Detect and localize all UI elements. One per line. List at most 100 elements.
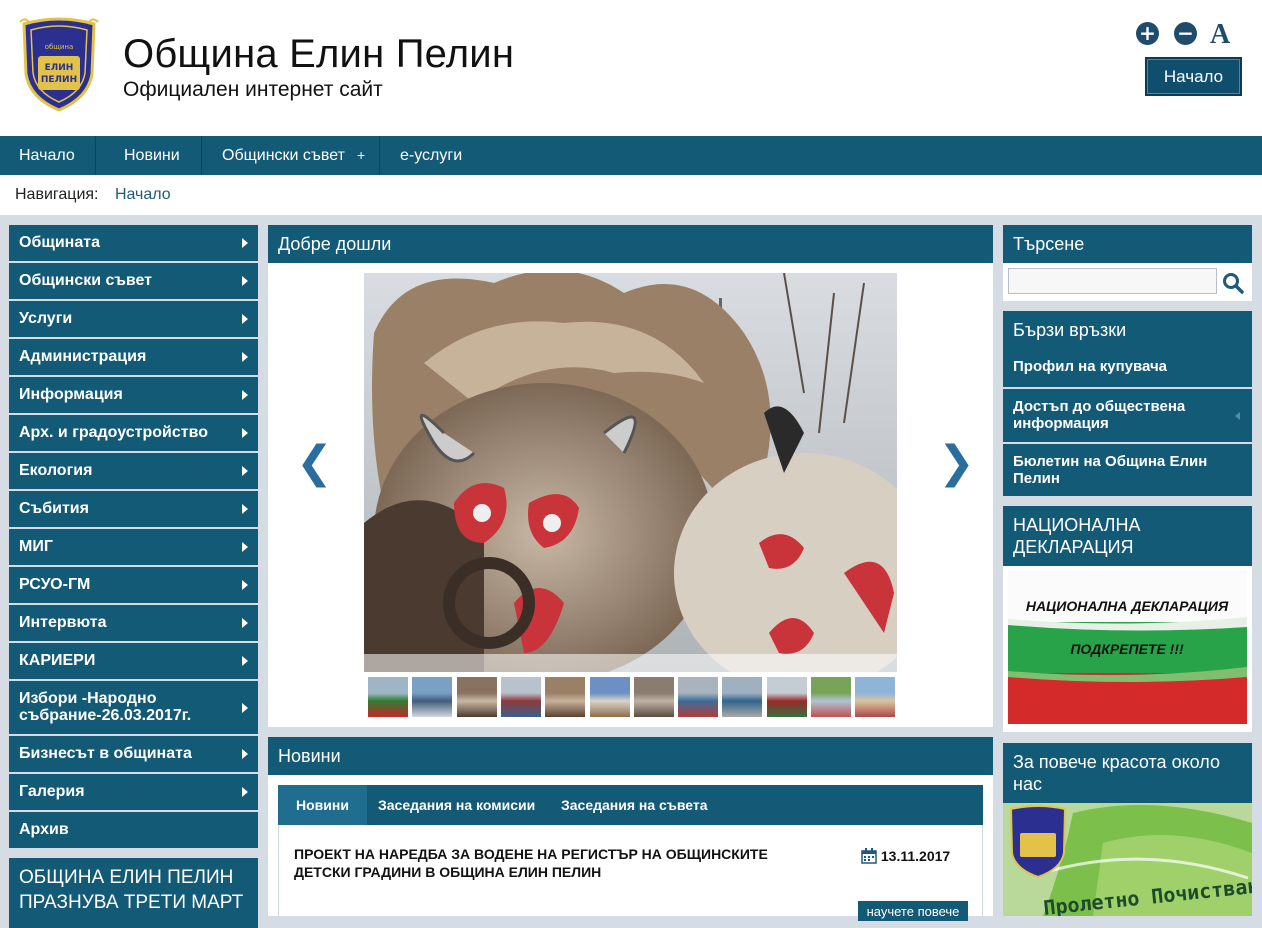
slider-thumbnail[interactable] [589, 677, 630, 717]
caret-right-icon [242, 276, 248, 286]
font-decrease-icon[interactable]: − [1174, 22, 1197, 45]
sidebar-item-label: Интервюта [19, 614, 107, 631]
declaration-banner[interactable]: НАЦИОНАЛНА ДЕКЛАРАЦИЯ ПОДКРЕПЕТЕ !!! [1008, 571, 1247, 724]
slider-thumbnail[interactable] [678, 677, 719, 717]
featured-news-title[interactable]: ОБЩИНА ЕЛИН ПЕЛИН ПРАЗНУВА ТРЕТИ МАРТ [9, 858, 258, 928]
caret-right-icon [242, 428, 248, 438]
sidebar-item[interactable]: РСУО-ГМ [9, 567, 258, 605]
quick-link-buyer-profile[interactable]: Профил на купувача [1003, 349, 1252, 387]
caret-right-icon [242, 352, 248, 362]
tab-council-meetings[interactable]: Заседания на съвета [561, 785, 708, 825]
logo-text-line1: община [45, 43, 74, 51]
slider-thumbnail[interactable] [500, 677, 541, 717]
font-size-controls: + − A [1136, 19, 1246, 51]
sidebar-item-label: Бизнесът в общината [19, 745, 192, 762]
quick-link-public-info[interactable]: Достъп до обществена информация [1003, 387, 1252, 442]
sidebar-item-label: Галерия [19, 783, 85, 800]
search-input[interactable] [1008, 268, 1217, 294]
slider-thumbnail[interactable] [456, 677, 497, 717]
tab-committee-meetings[interactable]: Заседания на комисии [378, 785, 535, 825]
news-date-text: 13.11.2017 [880, 848, 951, 864]
quick-link-label: Достъп до обществена информация [1013, 398, 1186, 432]
slider-image [364, 273, 897, 672]
sidebar-item[interactable]: КАРИЕРИ [9, 643, 258, 681]
site-header: община ЕЛИН ПЕЛИН Община Елин Пелин Офиц… [0, 0, 1262, 136]
font-reset-icon[interactable]: A [1210, 19, 1230, 51]
sidebar-item[interactable]: Информация [9, 377, 258, 415]
sidebar-item-label: Избори -Народно събрание-26.03.2017г. [19, 690, 192, 724]
nav-item-council[interactable]: Общински съвет [222, 136, 345, 175]
slider-next-icon[interactable]: ❯ [938, 441, 975, 485]
quick-link-bulletin[interactable]: Бюлетин на Община Елин Пелин [1003, 442, 1252, 496]
caret-right-icon [242, 466, 248, 476]
news-list: ПРОЕКТ НА НАРЕДБА ЗА ВОДЕНЕ НА РЕГИСТЪР … [278, 825, 983, 921]
search-heading: Търсене [1003, 225, 1252, 263]
caret-right-icon [242, 656, 248, 666]
declaration-panel: НАЦИОНАЛНА ДЕКЛАРАЦИЯ ПОДКРЕПЕТЕ !!! [1003, 566, 1252, 732]
sidebar-item[interactable]: Интервюта [9, 605, 258, 643]
declaration-banner-line2: ПОДКРЕПЕТЕ !!! [1070, 641, 1184, 657]
sidebar-item[interactable]: Услуги [9, 301, 258, 339]
sidebar-item[interactable]: МИГ [9, 529, 258, 567]
sidebar-item[interactable]: Събития [9, 491, 258, 529]
slider-prev-icon[interactable]: ❮ [296, 441, 333, 485]
sidebar-item[interactable]: Екология [9, 453, 258, 491]
sidebar-item[interactable]: Архив [9, 812, 258, 850]
news-item-date: 13.11.2017 [861, 848, 950, 864]
caret-right-icon [242, 314, 248, 324]
municipality-logo[interactable]: община ЕЛИН ПЕЛИН [18, 16, 100, 112]
sidebar-item-label: Арх. и градоустройство [19, 424, 208, 441]
news-item-title[interactable]: ПРОЕКТ НА НАРЕДБА ЗА ВОДЕНЕ НА РЕГИСТЪР … [294, 845, 814, 881]
caret-right-icon [242, 749, 248, 759]
nav-item-news[interactable]: Новини [124, 136, 180, 175]
caret-right-icon [242, 390, 248, 400]
slider-thumbnail[interactable] [545, 677, 586, 717]
slider-thumbnail[interactable] [722, 677, 763, 717]
sidebar-item[interactable]: Арх. и градоустройство [9, 415, 258, 453]
font-increase-icon[interactable]: + [1136, 22, 1159, 45]
caret-right-icon [242, 504, 248, 514]
sidebar-item[interactable]: Общински съвет [9, 263, 258, 301]
sidebar-item-label: РСУО-ГМ [19, 576, 91, 593]
beauty-heading: За повече красота около нас [1003, 743, 1252, 803]
news-panel: Новини Заседания на комисии Заседания на… [268, 775, 993, 921]
sidebar-item-label: Услуги [19, 310, 73, 327]
nav-item-eservices[interactable]: е-услуги [400, 136, 462, 175]
caret-right-icon [242, 238, 248, 248]
slider-thumbnail[interactable] [412, 677, 453, 717]
search-box [1003, 263, 1252, 301]
slider-thumbnail[interactable] [368, 677, 408, 717]
caret-right-icon [242, 618, 248, 628]
news-tabs: Новини Заседания на комисии Заседания на… [278, 785, 983, 825]
logo-text-line3: ПЕЛИН [41, 75, 77, 85]
nav-expand-icon[interactable]: + [357, 136, 365, 175]
slider-thumbnail[interactable] [855, 677, 896, 717]
caret-right-icon [242, 702, 248, 713]
sidebar-item-label: Информация [19, 386, 123, 403]
sidebar-item[interactable]: Администрация [9, 339, 258, 377]
quick-links-heading: Бързи връзки [1003, 311, 1252, 349]
sidebar-item-label: Екология [19, 462, 93, 479]
slider-thumbnail[interactable] [766, 677, 807, 717]
sidebar-item[interactable]: Галерия [9, 774, 258, 812]
quick-link-label: Бюлетин на Община Елин Пелин [1013, 453, 1208, 487]
breadcrumb: Навигация: Начало [0, 175, 1262, 215]
sidebar-item[interactable]: Общината [9, 225, 258, 263]
search-icon[interactable] [1221, 271, 1245, 295]
home-button[interactable]: Начало [1145, 57, 1242, 96]
breadcrumb-link-home[interactable]: Начало [115, 186, 171, 203]
sidebar-item-label: Събития [19, 500, 89, 517]
top-navigation: Начало Новини Общински съвет + е-услуги [0, 136, 1262, 175]
image-slider: ❮ ❯ [268, 263, 993, 727]
breadcrumb-label: Навигация: [15, 186, 99, 203]
slider-thumbnail[interactable] [633, 677, 674, 717]
slider-thumbnail[interactable] [811, 677, 851, 717]
tab-news[interactable]: Новини [278, 785, 367, 825]
read-more-button[interactable]: научете повече [858, 901, 968, 921]
spring-cleaning-banner[interactable]: Пролетно Почистване [1003, 803, 1252, 916]
sidebar-item[interactable]: Бизнесът в общината [9, 736, 258, 774]
sidebar-menu: Общината Общински съвет Услуги Администраци… [9, 225, 258, 850]
sidebar-item[interactable]: Избори -Народно събрание-26.03.2017г. [9, 681, 258, 736]
site-subtitle: Официален интернет сайт [123, 78, 383, 101]
nav-item-home[interactable]: Начало [19, 136, 75, 175]
